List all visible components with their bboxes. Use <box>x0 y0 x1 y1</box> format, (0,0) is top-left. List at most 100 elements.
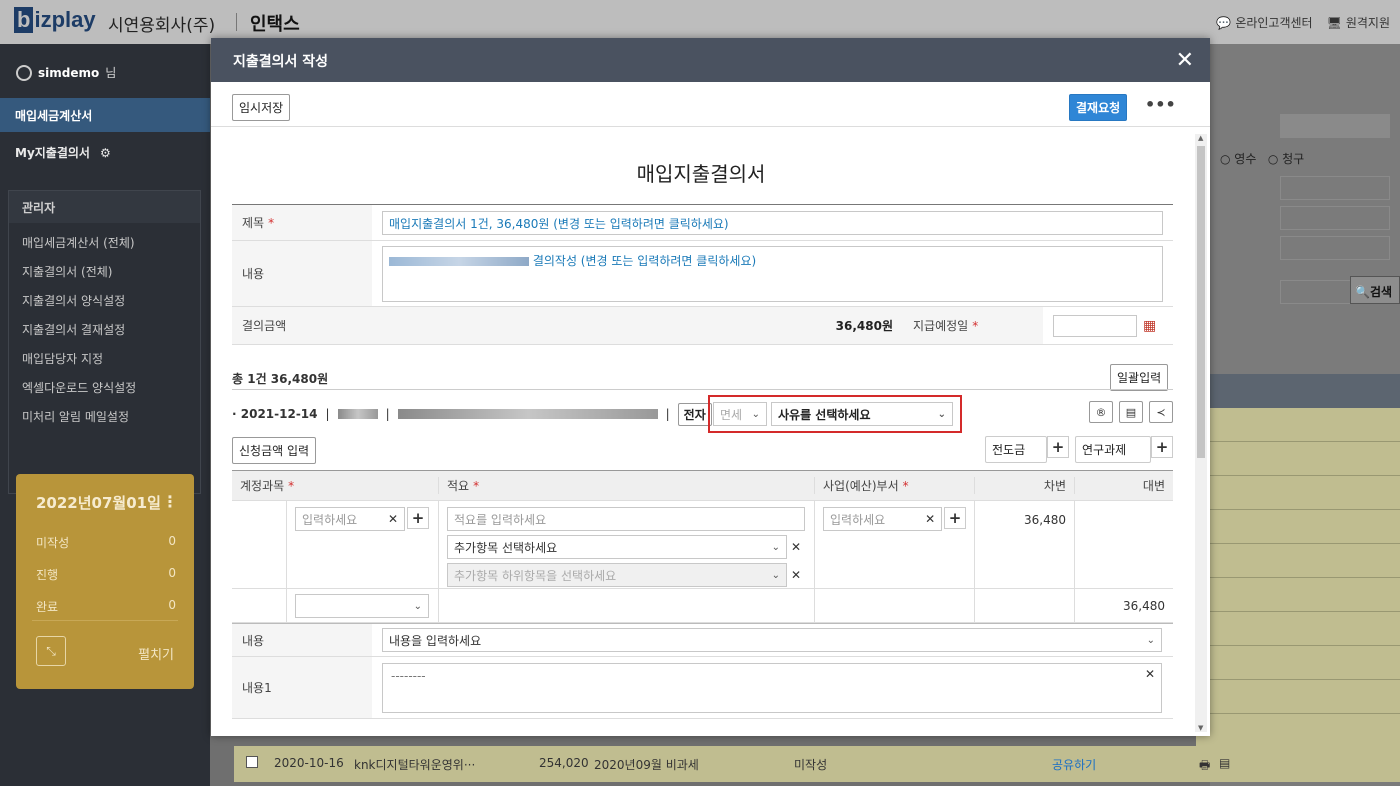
sidebar-item-invoice-all[interactable]: 매입세금계산서 (전체) <box>22 229 200 258</box>
bg-row <box>1196 612 1400 646</box>
product-name: 인택스 <box>250 14 300 35</box>
sidebar-item-expense-form[interactable]: 지출결의서 양식설정 <box>22 287 200 316</box>
clear-icon[interactable]: ✕ <box>791 540 801 554</box>
bulk-input-button[interactable]: 일괄입력 <box>1110 364 1169 391</box>
extra-select[interactable]: 추가항목 선택하세요 ⌄ <box>447 535 787 559</box>
logo[interactable]: b izplay <box>14 7 96 33</box>
advance-button[interactable]: 전도금 <box>985 436 1047 463</box>
widget-date: 2022년07월01일 <box>36 494 161 512</box>
scroll-thumb[interactable] <box>1197 146 1205 458</box>
remote-support-link[interactable]: 🖥 원격지원 <box>1327 14 1390 31</box>
user-name: simdemo <box>38 65 100 80</box>
content-row: 내용 결의작성 (변경 또는 입력하려면 클릭하세요) <box>232 241 1173 307</box>
research-control: 연구과제 + <box>1075 436 1173 463</box>
bg-row <box>1196 442 1400 476</box>
logo-text: izplay <box>34 7 96 32</box>
separator: | <box>325 407 330 421</box>
sidebar-item-alert-mail[interactable]: 미처리 알림 메일설정 <box>22 403 200 432</box>
sidebar-item-my-expense[interactable]: My지출결의서 ⚙ <box>15 144 111 161</box>
bg-input <box>1280 176 1390 200</box>
header-form: 제목 * 매입지출결의서 1건, 36,480원 (변경 또는 입력하려면 클릭하… <box>232 204 1173 345</box>
plus-icon[interactable]: + <box>944 507 966 529</box>
separator: | <box>665 407 670 421</box>
content-select[interactable]: 내용을 입력하세요 ⌄ <box>382 628 1162 652</box>
document-title: 매입지출결의서 <box>636 162 766 186</box>
dept-input[interactable]: 입력하세요 ✕ <box>823 507 943 531</box>
share-icon[interactable]: ≺ <box>1149 401 1173 423</box>
clear-icon[interactable]: ✕ <box>791 568 801 582</box>
print-icon[interactable]: 🖶 <box>1199 756 1210 777</box>
temp-save-button[interactable]: 임시저장 <box>232 94 291 121</box>
bg-radios: ○ 영수 ○ 청구 <box>1220 152 1305 166</box>
chevron-down-icon: ⌄ <box>771 569 780 581</box>
memo-input[interactable]: 적요를 입력하세요 <box>447 507 805 531</box>
customer-center-link[interactable]: 💬 온라인고객센터 <box>1216 14 1312 31</box>
amount-value: 36,480원 <box>372 307 903 344</box>
modal-scrollbar[interactable]: ▲ ▼ <box>1195 134 1207 732</box>
sidebar: simdemo 님 매입세금계산서 My지출결의서 ⚙ 관리자 매입세금계산서 … <box>0 44 210 786</box>
header-memo: 적요 * <box>438 477 814 494</box>
redacted-text <box>397 409 658 419</box>
shrink-icon[interactable]: ⤡ <box>36 636 66 666</box>
reason-select[interactable]: 사유를 선택하세요 ⌄ <box>771 402 953 426</box>
pay-date-input[interactable] <box>1053 314 1137 337</box>
comment-icon[interactable]: ▤ <box>1219 756 1230 770</box>
scroll-down-icon[interactable]: ▼ <box>1198 724 1203 732</box>
user-icon <box>16 64 32 81</box>
plus-icon[interactable]: + <box>1047 436 1069 458</box>
receipt-icon[interactable]: ® <box>1089 401 1113 423</box>
gear-icon[interactable]: ⚙ <box>100 146 111 160</box>
modal-toolbar: 임시저장 결재요청 ••• <box>211 82 1210 127</box>
scroll-up-icon[interactable]: ▲ <box>1198 134 1203 142</box>
preview-icon[interactable]: ▤ <box>1119 401 1143 423</box>
bg-input <box>1280 236 1390 260</box>
subject-input[interactable]: 매입지출결의서 1건, 36,480원 (변경 또는 입력하려면 클릭하세요) <box>382 210 1163 235</box>
research-button[interactable]: 연구과제 <box>1075 436 1151 463</box>
subject-row: 제목 * 매입지출결의서 1건, 36,480원 (변경 또는 입력하려면 클릭하… <box>232 205 1173 241</box>
content-label: 내용 <box>232 241 372 306</box>
content-textarea[interactable]: 결의작성 (변경 또는 입력하려면 클릭하세요) <box>382 245 1163 302</box>
sidebar-item-expense-all[interactable]: 지출결의서 (전체) <box>22 258 200 287</box>
modal-header: 지출결의서 작성 ✕ <box>211 38 1210 82</box>
subject-label: 제목 * <box>232 205 372 240</box>
header-debit: 차변 <box>974 477 1074 494</box>
chevron-down-icon: ⌄ <box>1146 634 1155 646</box>
clear-icon[interactable]: ✕ <box>925 512 935 526</box>
item-line: · 2021-12-14 | | | 전자 <box>232 402 712 426</box>
account-select[interactable]: ⌄ <box>295 594 429 618</box>
sidebar-item-purchase-invoice[interactable]: 매입세금계산서 <box>0 98 210 132</box>
clear-icon[interactable]: ✕ <box>1145 667 1155 681</box>
request-amount-button[interactable]: 신청금액 입력 <box>232 437 317 464</box>
item-date: · 2021-12-14 <box>232 407 318 421</box>
calendar-icon[interactable]: ▦ <box>1143 318 1156 334</box>
more-icon[interactable]: ••• <box>1145 95 1176 114</box>
expand-button[interactable]: 펼치기 <box>138 644 174 663</box>
electronic-tag[interactable]: 전자 <box>677 402 712 426</box>
chevron-down-icon: ⌄ <box>771 541 780 553</box>
sidebar-item-expense-approval[interactable]: 지출결의서 결재설정 <box>22 316 200 345</box>
clear-icon[interactable]: ✕ <box>388 512 398 526</box>
company-name: 시연용회사(주) <box>108 16 216 36</box>
bg-row <box>1196 408 1400 442</box>
more-icon[interactable]: ⋮ <box>162 492 178 511</box>
close-icon[interactable]: ✕ <box>1176 48 1194 73</box>
extra-sub-select[interactable]: 추가항목 하위항목을 선택하세요 ⌄ <box>447 563 787 587</box>
header-dept: 사업(예산)부서 * <box>814 477 974 494</box>
admin-title: 관리자 <box>9 191 200 223</box>
grid-header: 계정과목 * 적요 * 사업(예산)부서 * 차변 대변 <box>232 471 1173 501</box>
sidebar-item-manager[interactable]: 매입담당자 지정 <box>22 345 200 374</box>
share-link[interactable]: 공유하기 <box>1052 756 1096 773</box>
divider <box>32 620 178 621</box>
plus-icon[interactable]: + <box>1151 436 1173 458</box>
user-info: simdemo 님 <box>16 64 116 81</box>
divider <box>236 13 237 31</box>
approval-request-button[interactable]: 결재요청 <box>1069 94 1128 121</box>
sidebar-item-excel-form[interactable]: 엑셀다운로드 양식설정 <box>22 374 200 403</box>
tax-select[interactable]: 면세 ⌄ <box>713 402 767 426</box>
plus-icon[interactable]: + <box>407 507 429 529</box>
debit-value: 36,480 <box>974 501 1074 588</box>
row-checkbox[interactable] <box>246 756 258 768</box>
account-input[interactable]: 입력하세요 ✕ <box>295 507 405 531</box>
content1-textarea[interactable]: -------- ✕ <box>382 662 1162 713</box>
bg-input <box>1280 206 1390 230</box>
